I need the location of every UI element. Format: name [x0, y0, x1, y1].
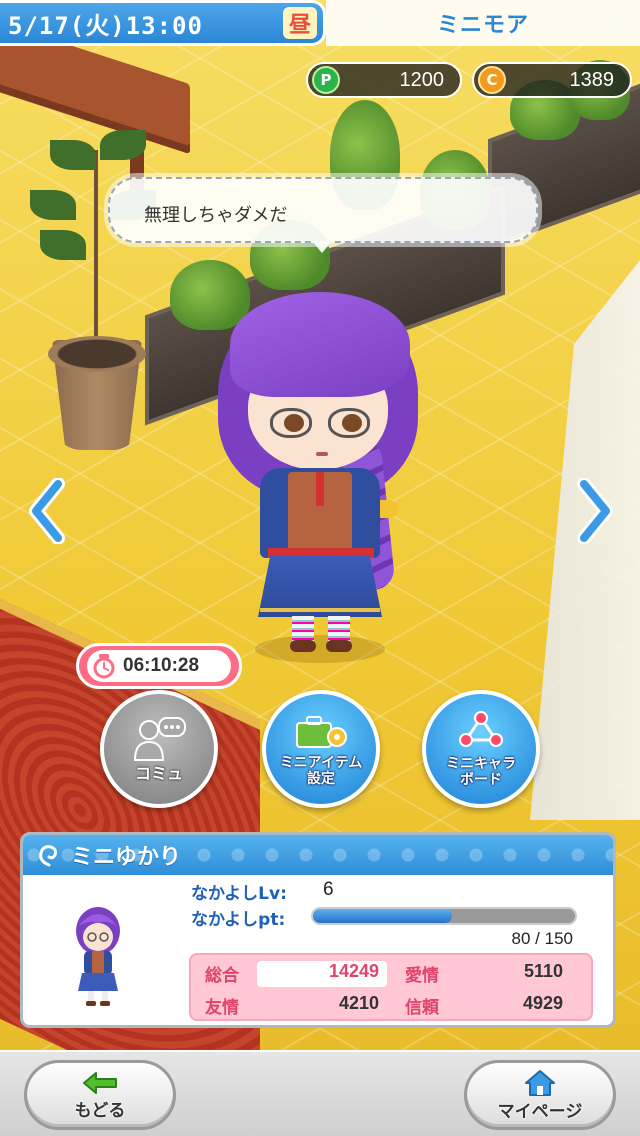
stopwatch-icon [93, 654, 115, 679]
character-glasses [270, 408, 376, 442]
c-currency-amount: 1389 [569, 68, 615, 91]
back-arrow-icon [83, 1071, 117, 1094]
toolbox-gear-icon [296, 716, 347, 748]
p-currency-display: P 1200 [306, 62, 462, 98]
character-tie [316, 472, 324, 506]
character-mouth [316, 452, 328, 456]
stats-box: 総合 14249 愛情 5110 友情 4210 信頼 4929 [189, 953, 593, 1021]
leaf [40, 230, 86, 260]
friendship-level-value: 6 [323, 879, 334, 900]
c-currency-display: C 1389 [472, 62, 632, 98]
next-arrow-icon[interactable] [574, 478, 614, 544]
date-time-text: 5/17(火)13:00 [8, 11, 203, 40]
stat-trust-value: 4929 [522, 993, 563, 1013]
friendship-progress-fill [313, 909, 452, 923]
character-shadow [255, 635, 385, 663]
friendship-progress-bar [311, 907, 577, 925]
speech-text: 無理しちゃダメだ [144, 205, 288, 226]
home-icon [525, 1069, 555, 1096]
mini-chara-board-label: ミニキャラ ボード [446, 756, 516, 788]
commu-label: コミュ [134, 764, 183, 783]
stat-love-value: 5110 [523, 961, 563, 981]
plant-pot-rim [48, 336, 146, 372]
stat-total-label: 総合 [205, 966, 239, 986]
leaf [50, 140, 96, 170]
swirl-icon [39, 845, 57, 867]
date-time-bar: 5/17(火)13:00 昼 [0, 0, 326, 46]
c-coin-icon: C [478, 66, 506, 94]
character-portrait [76, 907, 120, 1006]
character-skirt-trim [260, 608, 380, 612]
friendship-points-label: なかよしpt: [191, 910, 286, 930]
mypage-button[interactable]: マイページ [464, 1060, 616, 1130]
speech-bubble: 無理しちゃダメだ [108, 177, 538, 243]
friendship-points-value: 80 / 150 [511, 929, 573, 948]
node-graph-icon [459, 711, 503, 747]
plant-stem [94, 150, 98, 350]
friendship-level-label: なかよしLv: [191, 884, 287, 904]
stat-total-value: 14249 [328, 961, 379, 981]
p-coin-icon: P [312, 66, 340, 94]
mini-character[interactable] [200, 290, 440, 680]
stat-trust-label: 信頼 [405, 998, 439, 1018]
speech-bubble-tail [312, 241, 332, 253]
leaf [30, 190, 76, 220]
mypage-label: マイページ [497, 1101, 583, 1122]
commu-button[interactable]: コミュ [100, 690, 218, 808]
character-shoe [290, 640, 316, 652]
p-currency-amount: 1200 [399, 68, 445, 91]
commu-timer: 06:10:28 [76, 643, 242, 689]
stat-love-label: 愛情 [405, 966, 439, 986]
mini-chara-board-button[interactable]: ミニキャラ ボード [422, 690, 540, 808]
character-name: ミニゆかり [71, 845, 182, 870]
character-bangs [230, 292, 410, 397]
character-info-panel: ミニゆかり なかよしLv: 6 なかよしpt: 80 / 150 総合 1424… [20, 832, 616, 1028]
stat-friendship-value: 4210 [338, 993, 379, 1013]
stat-friendship-label: 友情 [205, 998, 239, 1018]
character-shoe [326, 640, 352, 652]
mini-item-settings-button[interactable]: ミニアイテム 設定 [262, 690, 380, 808]
previous-arrow-icon[interactable] [28, 478, 68, 544]
back-button[interactable]: もどる [24, 1060, 176, 1130]
screen-title: ミニモア [436, 13, 529, 38]
chat-person-icon [133, 717, 186, 761]
bottom-nav-bar: もどる マイページ [0, 1050, 640, 1136]
timer-text: 06:10:28 [123, 655, 200, 676]
mini-item-settings-label: ミニアイテム 設定 [279, 755, 363, 787]
time-period-badge: 昼 [282, 7, 317, 39]
leaf [100, 130, 146, 160]
panel-header: ミニゆかり [23, 835, 613, 875]
title-bar: ミニモア [326, 0, 640, 46]
back-label: もどる [74, 1100, 126, 1121]
